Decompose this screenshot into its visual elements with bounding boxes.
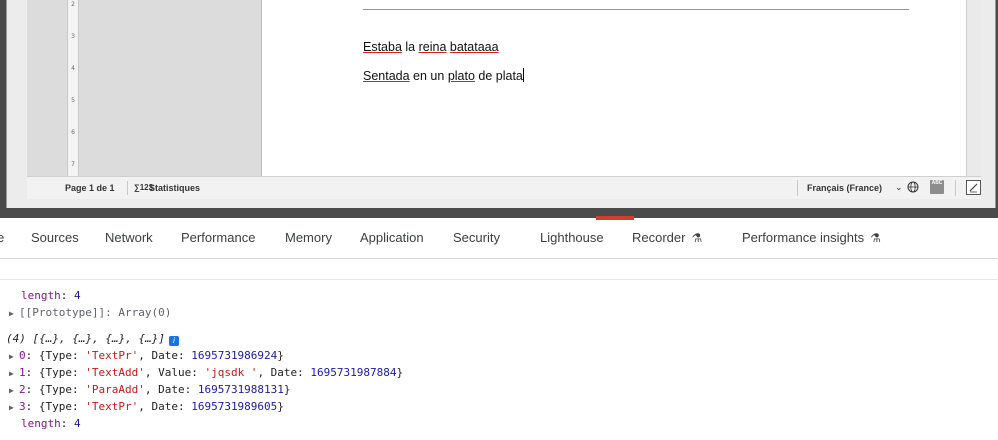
tab-performance-insights[interactable]: Performance insights ⚗ [742,230,881,245]
document-editor: 2 3 4 5 6 7 Estaba la reina batataaa Sen… [0,0,998,218]
console-prototype-line[interactable]: ▶ [[Prototype]]: Array(0) [9,306,171,321]
divider [127,181,128,195]
track-changes-icon[interactable] [966,180,981,195]
item-type: 'TextPr' [85,349,139,362]
console-property-line: length: 4 [21,417,81,430]
item-value: 'jqsdk ' [204,366,258,379]
item-date: 1695731986924 [191,349,278,362]
console-divider [0,279,998,280]
flask-icon: ⚗ [691,231,703,245]
divider [955,180,956,196]
tab-label: Performance insights [742,230,865,245]
item-index: 0 [19,349,26,362]
divider [797,180,798,196]
statistics-icon[interactable]: ∑123 [134,181,153,194]
property-value: 4 [74,417,81,430]
console-array-item[interactable]: ▶ 0: {Type: 'TextPr', Date: 1695731986924… [9,349,284,364]
console-array-item[interactable]: ▶ 2: {Type: 'ParaAdd', Date: 169573198813… [9,383,291,398]
item-date: 1695731989605 [191,400,278,413]
expand-triangle-icon[interactable]: ▶ [9,307,19,321]
expand-triangle-icon[interactable]: ▶ [9,350,19,364]
ruler-mark: 3 [71,33,75,40]
item-index: 1 [19,366,26,379]
misspelled-word[interactable]: Estaba [363,40,402,54]
ruler-mark: 7 [71,161,75,168]
paragraph-2[interactable]: Sentada en un plato de plata [363,68,524,83]
property-key: length [21,417,61,430]
console-property-line: length: 4 [21,289,81,302]
array-summary-text: (4) [{…}, {…}, {…}, {…}] [6,332,165,345]
panel-resize-handle[interactable] [596,216,634,220]
statistics-button[interactable]: Statistiques [149,183,200,193]
info-icon[interactable]: i [168,336,179,346]
text-run: en un [409,69,448,83]
spell-check-icon[interactable]: ABC [930,180,944,194]
tab-sources[interactable]: Sources [31,230,79,245]
vertical-scrollbar[interactable] [966,0,981,176]
item-index: 3 [19,400,26,413]
console-array-summary[interactable]: ▾(4) [{…}, {…}, {…}, {…}]i [0,332,179,347]
property-value: 4 [74,289,81,302]
language-selector[interactable]: Français (France) [807,183,882,193]
page-counter[interactable]: Page 1 de 1 [65,183,115,193]
vertical-ruler[interactable]: 2 3 4 5 6 7 [67,0,79,176]
text-run: de plata [474,69,523,83]
expand-triangle-icon[interactable]: ▶ [9,367,19,381]
globe-icon[interactable] [907,181,919,193]
misspelled-word[interactable]: plato [448,69,475,83]
tab-performance[interactable]: Performance [181,230,255,245]
console-panel: length: 4 ▶[[Prototype]]: Array(0) ▾(4) … [0,259,998,440]
tab-console[interactable]: e [0,230,4,245]
tab-recorder[interactable]: Recorder ⚗ [632,230,702,245]
document-page[interactable]: Estaba la reina batataaa Sentada en un p… [261,0,975,176]
item-type: 'TextAdd' [85,366,145,379]
tab-memory[interactable]: Memory [285,230,332,245]
editor-frame: 2 3 4 5 6 7 Estaba la reina batataaa Sen… [6,0,996,208]
item-type: 'TextPr' [85,400,139,413]
misspelled-word[interactable]: batataaa [450,40,499,54]
text-caret [522,68,524,82]
misspelled-word[interactable]: Sentada [363,69,410,83]
item-date: 1695731987884 [310,366,397,379]
ruler-mark: 2 [71,1,75,8]
tab-network[interactable]: Network [105,230,153,245]
text-run: la [401,40,419,54]
prototype-label: [[Prototype]]: Array(0) [19,306,172,319]
document-canvas: 2 3 4 5 6 7 Estaba la reina batataaa Sen… [27,0,981,176]
header-separator-line [363,9,909,10]
ruler-mark: 5 [71,97,75,104]
paragraph-1[interactable]: Estaba la reina batataaa [363,40,499,54]
chevron-down-icon[interactable]: ⌄ [895,182,903,193]
misspelled-word[interactable]: reina [419,40,447,54]
tab-lighthouse[interactable]: Lighthouse [540,230,604,245]
expand-triangle-icon[interactable]: ▶ [9,384,19,398]
item-index: 2 [19,383,26,396]
tab-security[interactable]: Security [453,230,500,245]
item-date: 1695731988131 [197,383,284,396]
ruler-mark: 4 [71,65,75,72]
property-key: length [21,289,61,302]
tab-label: Recorder [632,230,686,245]
devtools-tab-bar: e Sources Network Performance Memory App… [0,218,998,259]
console-array-item[interactable]: ▶ 3: {Type: 'TextPr', Date: 1695731989605… [9,400,284,415]
flask-icon: ⚗ [870,231,881,245]
ruler-mark: 6 [71,129,75,136]
tab-application[interactable]: Application [360,230,424,245]
console-array-item[interactable]: ▶ 1: {Type: 'TextAdd', Value: 'jqsdk ', D… [9,366,403,381]
status-bar: Page 1 de 1 ∑123 Statistiques Français (… [27,176,981,199]
expand-triangle-icon[interactable]: ▶ [9,401,19,415]
item-type: 'ParaAdd' [85,383,145,396]
